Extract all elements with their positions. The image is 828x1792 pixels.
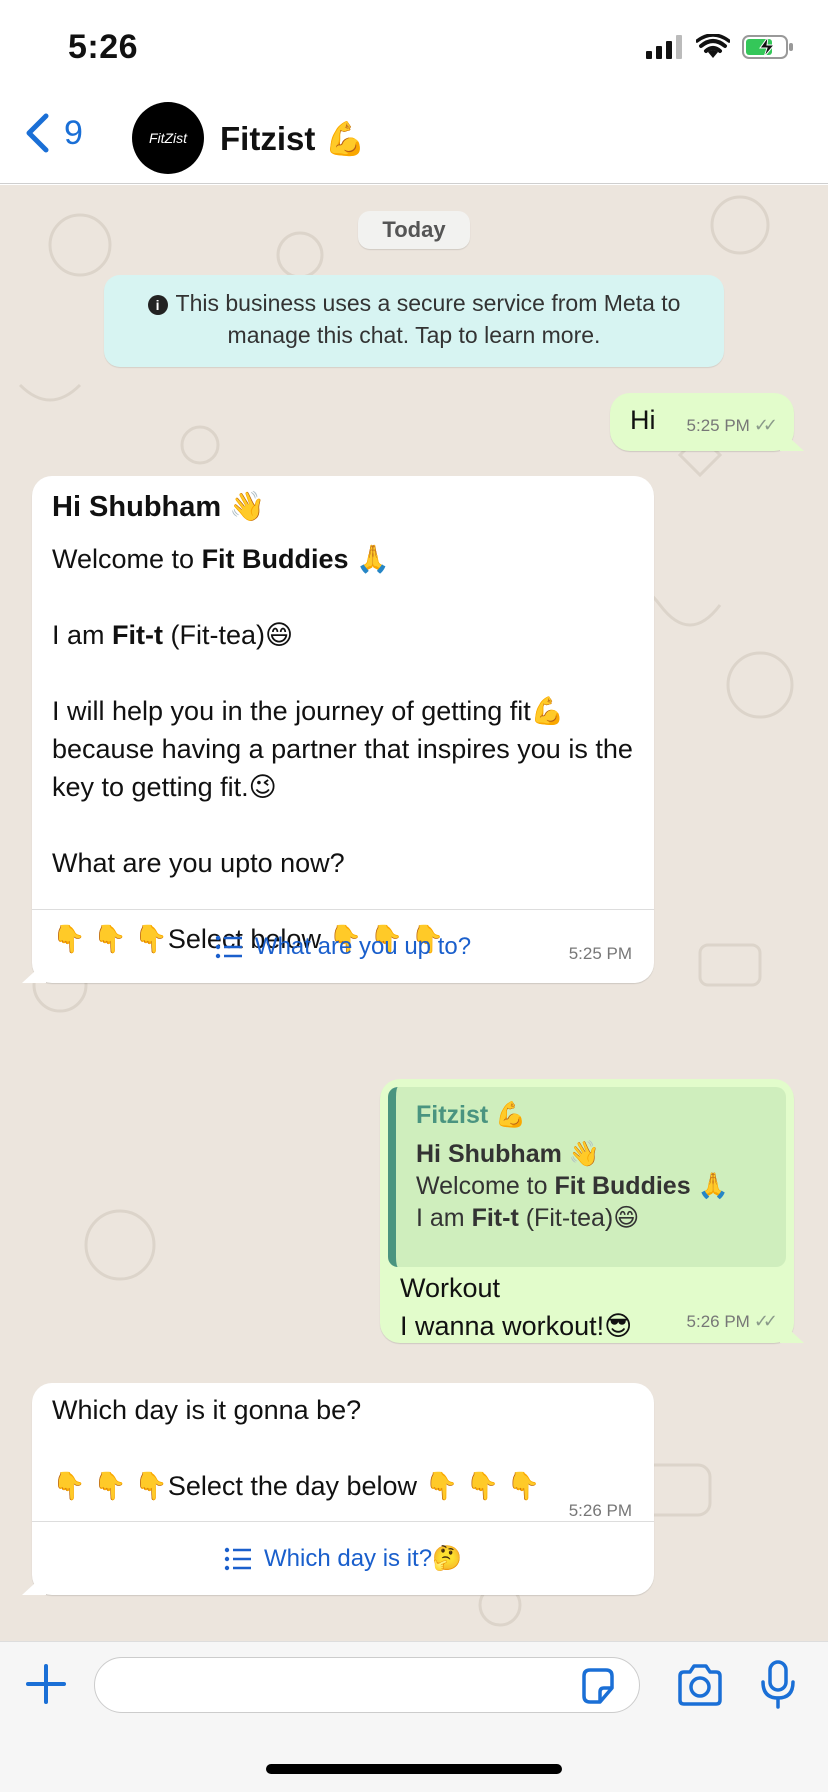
message-meta: 5:26 PM ✓✓ — [686, 1311, 779, 1332]
text-bold: Fit Buddies — [554, 1172, 691, 1200]
read-ticks-icon: ✓✓ — [753, 1311, 778, 1331]
text-span: (Fit-tea)😄 — [518, 1204, 640, 1232]
home-indicator[interactable] — [266, 1764, 562, 1774]
microphone-button[interactable] — [760, 1660, 796, 1715]
message-intro: I am Fit-t (Fit-tea)😄 — [52, 616, 634, 654]
quote-line: I am Fit-t (Fit-tea)😄 — [416, 1202, 766, 1234]
unread-count: 9 — [64, 113, 83, 152]
message-meta: 5:25 PM ✓✓ — [686, 415, 779, 436]
message-text: Workout — [400, 1273, 501, 1303]
chat-area[interactable]: Today i This business uses a secure servi… — [0, 185, 828, 1641]
text-span: (Fit-tea)😄 — [162, 620, 294, 650]
quote-author: Fitzist 💪 — [416, 1101, 527, 1129]
list-icon — [215, 935, 242, 958]
avatar-logo-text: FitZist — [148, 130, 188, 146]
status-icons — [646, 34, 794, 60]
date-separator: Today — [358, 211, 470, 249]
list-button-label: Which day is it?🤔 — [264, 1545, 462, 1572]
chevron-left-icon — [26, 113, 49, 153]
notice-text: This business uses a secure service from… — [175, 290, 681, 348]
chat-header: 9 FitZist Fitzist 💪 — [0, 92, 828, 184]
text-bold: Fit-t — [112, 620, 163, 650]
text-bold: Fit Buddies — [201, 544, 349, 574]
info-icon: i — [147, 295, 168, 315]
text-span: 🙏 — [690, 1172, 729, 1200]
message-time: 5:26 PM — [686, 1311, 750, 1331]
camera-button[interactable] — [676, 1664, 724, 1711]
text-span: Welcome to — [416, 1172, 555, 1200]
text-span: I am — [52, 620, 113, 650]
cellular-signal-icon — [646, 35, 682, 59]
message-input[interactable] — [94, 1657, 640, 1713]
message-text: I wanna workout!😎 — [400, 1311, 633, 1341]
text-bold: Fit-t — [471, 1204, 519, 1232]
list-icon — [224, 1547, 252, 1570]
outgoing-message[interactable]: Hi 5:25 PM ✓✓ — [610, 393, 804, 451]
contact-avatar[interactable]: FitZist — [132, 102, 204, 174]
contact-name[interactable]: Fitzist 💪 — [220, 120, 366, 159]
message-welcome: Welcome to Fit Buddies 🙏 — [52, 540, 634, 578]
text-span: I am — [416, 1204, 472, 1232]
incoming-message[interactable]: Which day is it gonna be? 👇 👇 👇Select th… — [22, 1383, 654, 1595]
message-text: Hi — [630, 405, 656, 435]
list-menu-button[interactable]: Which day is it?🤔 — [32, 1521, 654, 1595]
message-help: I will help you in the journey of gettin… — [52, 696, 633, 802]
text-span: Welcome to — [52, 544, 202, 574]
list-menu-button[interactable]: What are you up to? — [32, 909, 654, 983]
message-title: Hi Shubham 👋 — [52, 491, 266, 523]
battery-charging-icon — [742, 35, 793, 59]
message-time: 5:25 PM — [686, 415, 750, 435]
status-time: 5:26 — [68, 28, 139, 66]
quoted-message[interactable]: Fitzist 💪 Hi Shubham 👋 Welcome to Fit Bu… — [388, 1087, 786, 1267]
sticker-button[interactable] — [578, 1666, 618, 1711]
microphone-icon — [761, 1660, 795, 1709]
incoming-message[interactable]: Hi Shubham 👋 Welcome to Fit Buddies 🙏 I … — [22, 476, 654, 983]
text-span: 🙏 — [348, 544, 390, 574]
camera-icon — [678, 1664, 722, 1706]
list-button-label: What are you up to? — [254, 932, 472, 960]
message-time: 5:26 PM — [568, 1501, 632, 1520]
back-button[interactable]: 9 — [24, 112, 83, 154]
outgoing-reply-message[interactable]: Fitzist 💪 Hi Shubham 👋 Welcome to Fit Bu… — [380, 1079, 804, 1343]
message-question: What are you upto now? — [52, 848, 345, 878]
business-notice[interactable]: i This business uses a secure service fro… — [104, 275, 724, 367]
quote-line: Hi Shubham 👋 — [416, 1140, 600, 1168]
status-bar: 5:26 — [0, 0, 828, 92]
message-select: 👇 👇 👇Select the day below 👇 👇 👇 — [52, 1471, 541, 1501]
attach-button[interactable] — [24, 1662, 68, 1711]
plus-icon — [26, 1664, 66, 1704]
message-text: Which day is it gonna be? — [52, 1395, 362, 1425]
quote-line: Welcome to Fit Buddies 🙏 — [416, 1170, 766, 1202]
read-ticks-icon: ✓✓ — [753, 415, 778, 435]
sticker-icon — [582, 1668, 614, 1704]
wifi-icon — [696, 34, 730, 58]
